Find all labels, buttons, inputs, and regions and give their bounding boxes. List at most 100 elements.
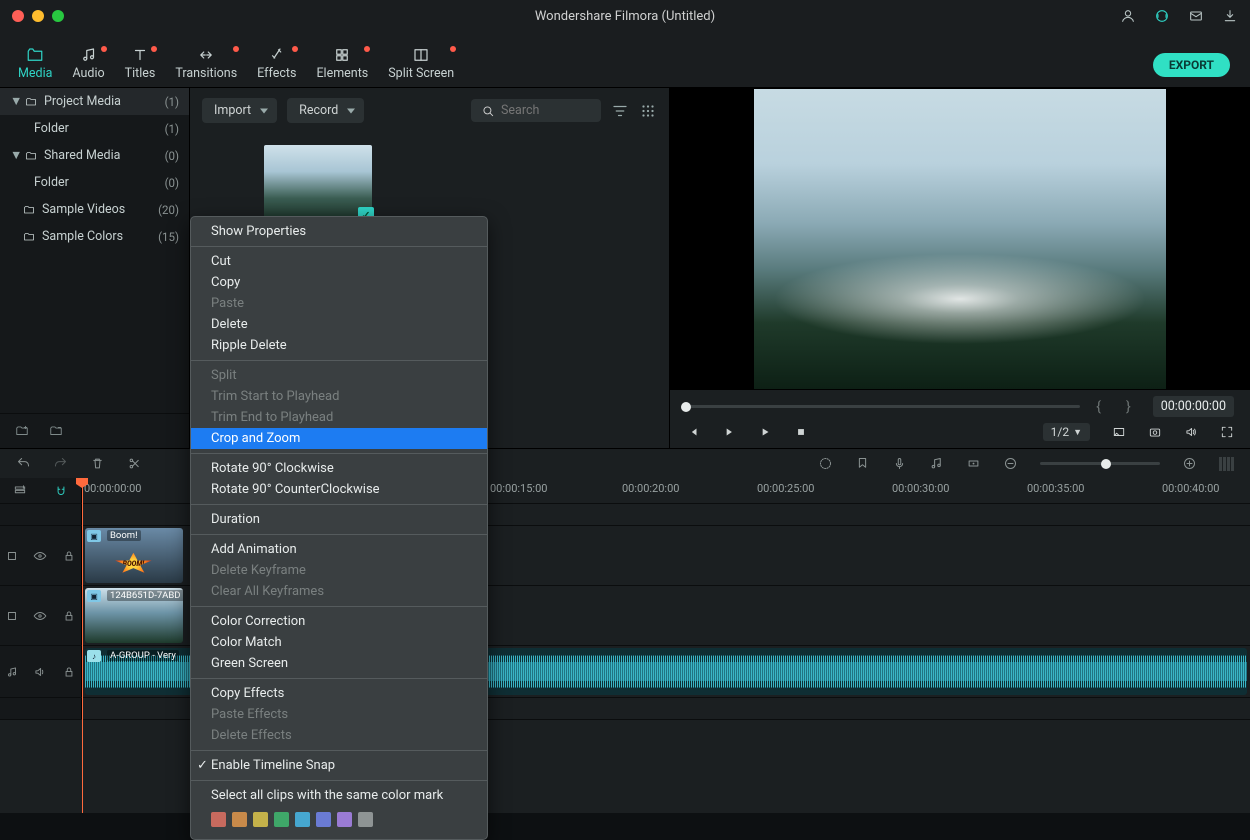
context-menu-item[interactable]: Show Properties [191,221,487,242]
sidebar-item-project-media[interactable]: ▼ Project Media (1) [0,88,189,115]
magnet-icon[interactable] [54,484,68,498]
sidebar-item-count: (20) [158,203,179,217]
track-visibility-icon[interactable] [33,609,47,623]
window-minimize[interactable] [32,10,44,22]
image-clip-icon: ▣ [87,590,101,602]
audio-mixer-icon[interactable] [929,456,944,471]
step-back-icon[interactable] [686,425,700,439]
color-swatch[interactable] [211,812,226,827]
timeline-clip-overlay[interactable]: ▣ Boom! BOOM! [85,528,183,583]
context-menu-item[interactable]: Copy Effects [191,683,487,704]
context-menu-item[interactable]: Duration [191,509,487,530]
track-music-icon[interactable] [5,665,19,679]
color-swatch[interactable] [232,812,247,827]
window-maximize[interactable] [52,10,64,22]
track-manager-icon[interactable] [13,484,27,498]
sidebar-item-folder[interactable]: Folder (0) [0,169,189,196]
keyframe-icon[interactable] [966,456,981,471]
record-dropdown[interactable]: Record [287,98,364,123]
sidebar-item-label: Sample Videos [42,202,125,217]
context-menu-item[interactable]: Copy [191,272,487,293]
render-icon[interactable] [818,456,833,471]
preview-scrubber[interactable] [686,405,1080,408]
context-menu-item[interactable]: Enable Timeline Snap [191,755,487,776]
tab-effects[interactable]: Effects [247,42,306,87]
stop-icon[interactable] [794,425,808,439]
context-menu-item[interactable]: Color Match [191,632,487,653]
voiceover-icon[interactable] [892,456,907,471]
timeline-zoom-slider[interactable] [1040,462,1160,465]
color-swatch[interactable] [295,812,310,827]
play-icon[interactable] [758,425,772,439]
fullscreen-icon[interactable] [1220,425,1234,439]
filter-icon[interactable] [611,102,629,120]
context-menu-item[interactable]: Add Animation [191,539,487,560]
context-menu-item[interactable]: Rotate 90° Clockwise [191,458,487,479]
color-swatch[interactable] [274,812,289,827]
context-menu-item[interactable]: Crop and Zoom [191,428,487,449]
remove-folder-icon[interactable] [48,424,64,438]
preview-scale-dropdown[interactable]: 1/2▼ [1043,423,1090,441]
tab-audio[interactable]: Audio [62,42,114,87]
snapshot-icon[interactable] [1148,425,1162,439]
playhead[interactable] [82,478,83,813]
preview-panel: { } 00:00:00:00 1/2▼ [670,88,1250,448]
delete-icon[interactable] [90,456,105,471]
track-mute-icon[interactable] [5,549,19,563]
preview-canvas[interactable] [670,88,1250,390]
sidebar-item-shared-media[interactable]: ▼ Shared Media (0) [0,142,189,169]
account-icon[interactable] [1120,8,1136,24]
context-menu-item[interactable]: Select all clips with the same color mar… [191,785,487,806]
ruler-tick: 00:00:20:00 [622,482,679,495]
tab-elements[interactable]: Elements [306,42,378,87]
support-icon[interactable] [1154,8,1170,24]
sidebar-item-sample-colors[interactable]: Sample Colors (15) [0,223,189,250]
search-input[interactable] [501,103,591,118]
color-swatch[interactable] [358,812,373,827]
zoom-in-icon[interactable] [1182,456,1197,471]
track-volume-icon[interactable] [33,665,47,679]
sidebar-item-sample-videos[interactable]: Sample Videos (20) [0,196,189,223]
play-pause-icon[interactable] [722,425,736,439]
track-lock-icon[interactable] [62,549,76,563]
color-swatch[interactable] [316,812,331,827]
import-dropdown[interactable]: Import [202,98,277,123]
context-menu-item[interactable]: Rotate 90° CounterClockwise [191,479,487,500]
split-icon[interactable] [127,456,142,471]
zoom-out-icon[interactable] [1003,456,1018,471]
download-icon[interactable] [1222,8,1238,24]
audio-meter-icon[interactable] [1219,457,1234,471]
mail-icon[interactable] [1188,8,1204,24]
tab-label: Elements [316,66,368,81]
volume-icon[interactable] [1184,425,1198,439]
tab-split-screen[interactable]: Split Screen [378,42,464,87]
export-button[interactable]: EXPORT [1153,53,1230,77]
redo-icon[interactable] [53,456,68,471]
track-lock-icon[interactable] [62,665,76,679]
track-lock-icon[interactable] [62,609,76,623]
media-thumbnail[interactable]: ✓ [264,145,372,221]
color-swatch[interactable] [253,812,268,827]
track-mute-icon[interactable] [5,609,19,623]
undo-icon[interactable] [16,456,31,471]
marker-icon[interactable] [855,456,870,471]
context-menu-item[interactable]: Delete [191,314,487,335]
ruler-tick: 00:00:35:00 [1027,482,1084,495]
tab-media[interactable]: Media [8,42,62,87]
track-visibility-icon[interactable] [33,549,47,563]
sidebar-item-folder[interactable]: Folder (1) [0,115,189,142]
search-icon [481,104,495,118]
color-swatch[interactable] [337,812,352,827]
timeline-clip-video[interactable]: ▣ 124B651D-7ABD [85,588,183,643]
tab-label: Transitions [175,66,237,81]
tab-titles[interactable]: Titles [115,42,166,87]
new-folder-icon[interactable] [14,424,30,438]
grid-view-icon[interactable] [639,102,657,120]
tab-transitions[interactable]: Transitions [165,42,247,87]
context-menu-item[interactable]: Ripple Delete [191,335,487,356]
window-close[interactable] [12,10,24,22]
quality-icon[interactable] [1112,425,1126,439]
context-menu-item[interactable]: Green Screen [191,653,487,674]
context-menu-item[interactable]: Cut [191,251,487,272]
context-menu-item[interactable]: Color Correction [191,611,487,632]
